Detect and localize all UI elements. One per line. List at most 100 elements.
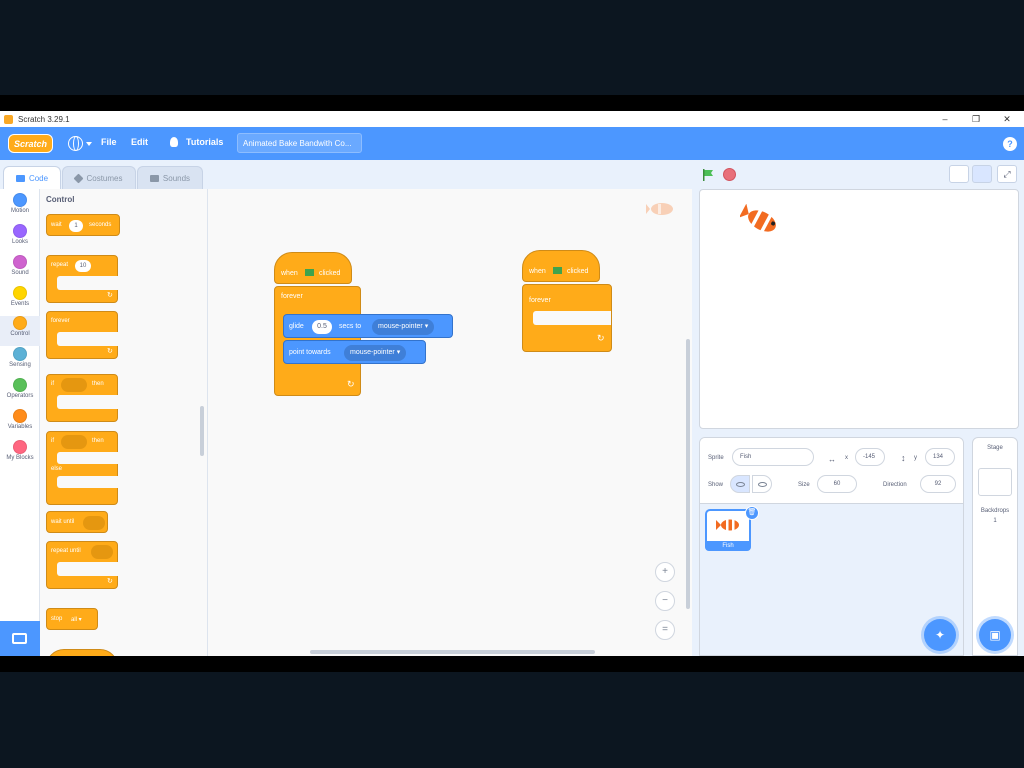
- close-button[interactable]: ✕: [992, 111, 1022, 127]
- choose-backdrop-button[interactable]: ▣: [979, 619, 1011, 651]
- show-visible-button[interactable]: [730, 475, 750, 493]
- x-input[interactable]: -145: [855, 448, 885, 466]
- screen: Scratch 3.29.1 – ❐ ✕ Scratch File Edit T…: [0, 0, 1024, 768]
- minimize-button[interactable]: –: [930, 111, 960, 127]
- forever-block[interactable]: forever ↻: [46, 311, 119, 359]
- size-label: Size: [798, 482, 810, 488]
- scratch-window: Scratch 3.29.1 – ❐ ✕ Scratch File Edit T…: [0, 111, 1024, 656]
- y-input[interactable]: 134: [925, 448, 955, 466]
- category-sound[interactable]: Sound: [0, 255, 40, 276]
- category-label: My Blocks: [6, 455, 34, 461]
- repeat-input[interactable]: 10: [75, 260, 91, 272]
- code-icon: [15, 174, 25, 182]
- help-icon[interactable]: ?: [1003, 137, 1017, 151]
- y-arrows-icon: ↕: [901, 453, 906, 463]
- category-label: Variables: [7, 424, 33, 430]
- block-text: if: [51, 438, 54, 444]
- category-label: Motion: [10, 208, 29, 214]
- wait-input[interactable]: 1: [69, 220, 83, 232]
- eye-icon: [735, 481, 745, 487]
- block-text: forever: [281, 293, 303, 300]
- language-globe-icon[interactable]: [68, 136, 83, 151]
- glide-target-dropdown[interactable]: mouse-pointer ▾: [372, 319, 435, 335]
- fish-sprite[interactable]: [740, 204, 784, 238]
- if-then-else-block[interactable]: if then else: [46, 431, 119, 505]
- tab-costumes[interactable]: Costumes: [62, 166, 136, 189]
- menu-bar: Scratch File Edit Tutorials Animated Bak…: [0, 127, 1024, 160]
- direction-input[interactable]: 92: [920, 475, 956, 493]
- show-hidden-button[interactable]: [752, 475, 772, 493]
- block-mouth: [57, 476, 119, 488]
- block-text: wait: [51, 222, 62, 228]
- tutorials-menu[interactable]: Tutorials: [186, 137, 223, 147]
- edit-menu[interactable]: Edit: [131, 137, 148, 147]
- workspace-horizontal-scrollbar[interactable]: [310, 650, 595, 654]
- add-extension-button[interactable]: [0, 621, 40, 656]
- scratch-logo[interactable]: Scratch: [8, 134, 53, 153]
- sprite-info: Sprite Fish ↔ x -145 ↕ y 134 Show Size 6…: [700, 438, 963, 504]
- hat-block-partial[interactable]: [46, 649, 118, 656]
- file-menu[interactable]: File: [101, 137, 117, 147]
- delete-sprite-trash-icon[interactable]: 🗑: [745, 506, 759, 520]
- tab-sounds[interactable]: Sounds: [137, 166, 203, 189]
- x-arrows-icon: ↔: [828, 455, 836, 464]
- small-stage-button[interactable]: [949, 165, 969, 183]
- tutorials-bulb-icon: [170, 137, 178, 147]
- when-flag-clicked-block-2[interactable]: when clicked: [522, 250, 600, 282]
- stop-dropdown[interactable]: all ▾: [71, 616, 82, 623]
- category-variables[interactable]: Variables: [0, 409, 40, 430]
- point-towards-block[interactable]: point towards mouse-pointer ▾: [283, 340, 426, 364]
- category-my-blocks[interactable]: My Blocks: [0, 440, 40, 461]
- sprite-name-input[interactable]: Fish: [732, 448, 814, 466]
- wait-until-block[interactable]: wait until: [46, 511, 108, 533]
- glide-to-block[interactable]: glide 0.5 secs to mouse-pointer ▾: [283, 314, 453, 338]
- normal-stage-button[interactable]: [972, 165, 992, 183]
- script-workspace[interactable]: when clicked forever ↻ glide 0.5 secs to…: [208, 189, 692, 656]
- stop-block[interactable]: stop all ▾: [46, 608, 98, 630]
- zoom-reset-button[interactable]: =: [655, 620, 675, 640]
- category-label: Operators: [6, 393, 34, 399]
- when-flag-clicked-block[interactable]: when clicked: [274, 252, 352, 284]
- loop-arrow-icon: ↻: [107, 348, 113, 355]
- block-text: secs to: [339, 323, 362, 330]
- repeat-until-block[interactable]: repeat until ↻: [46, 541, 119, 589]
- point-target-dropdown[interactable]: mouse-pointer ▾: [344, 345, 407, 361]
- category-control[interactable]: Control: [0, 316, 40, 346]
- category-sensing[interactable]: Sensing: [0, 347, 40, 368]
- palette-scrollbar[interactable]: [200, 406, 204, 456]
- green-flag-icon: [553, 267, 562, 274]
- glide-seconds-input[interactable]: 0.5: [312, 320, 332, 334]
- block-text: clicked: [319, 270, 341, 277]
- tab-code[interactable]: Code: [3, 166, 61, 189]
- zoom-out-button[interactable]: −: [655, 591, 675, 611]
- if-then-block[interactable]: if then: [46, 374, 119, 422]
- size-input[interactable]: 60: [817, 475, 857, 493]
- project-title-input[interactable]: Animated Bake Bandwith Co...: [237, 133, 362, 153]
- sprite-label: Sprite: [708, 455, 724, 461]
- category-motion[interactable]: Motion: [0, 193, 40, 214]
- stop-button[interactable]: [723, 168, 736, 181]
- block-text: then: [92, 381, 104, 387]
- repeat-block[interactable]: repeat 10 ↻: [46, 255, 119, 303]
- choose-sprite-button[interactable]: ✦: [924, 619, 956, 651]
- category-operators[interactable]: Operators: [0, 378, 40, 399]
- category-looks[interactable]: Looks: [0, 224, 40, 245]
- fullscreen-icon[interactable]: ⤢: [997, 165, 1017, 183]
- tab-costumes-label: Costumes: [86, 173, 123, 183]
- green-flag-icon[interactable]: [702, 169, 714, 181]
- workspace-vertical-scrollbar[interactable]: [686, 339, 690, 609]
- letterbox-bottom: [0, 656, 1024, 672]
- sprite-thumbnail-fish[interactable]: Fish 🗑: [705, 506, 759, 551]
- chevron-down-icon: [86, 142, 92, 146]
- stage-thumbnail[interactable]: [978, 468, 1012, 496]
- loop-arrow-icon: ↻: [107, 578, 113, 585]
- stage-canvas[interactable]: [699, 189, 1019, 429]
- block-text: repeat until: [51, 548, 81, 554]
- wait-block[interactable]: wait 1 seconds: [46, 214, 120, 236]
- category-events[interactable]: Events: [0, 286, 40, 307]
- zoom-in-button[interactable]: +: [655, 562, 675, 582]
- restore-button[interactable]: ❐: [961, 111, 991, 127]
- forever-loop-block-2[interactable]: forever ↻: [522, 284, 612, 352]
- block-text: when: [529, 268, 546, 275]
- category-label: Looks: [11, 239, 28, 245]
